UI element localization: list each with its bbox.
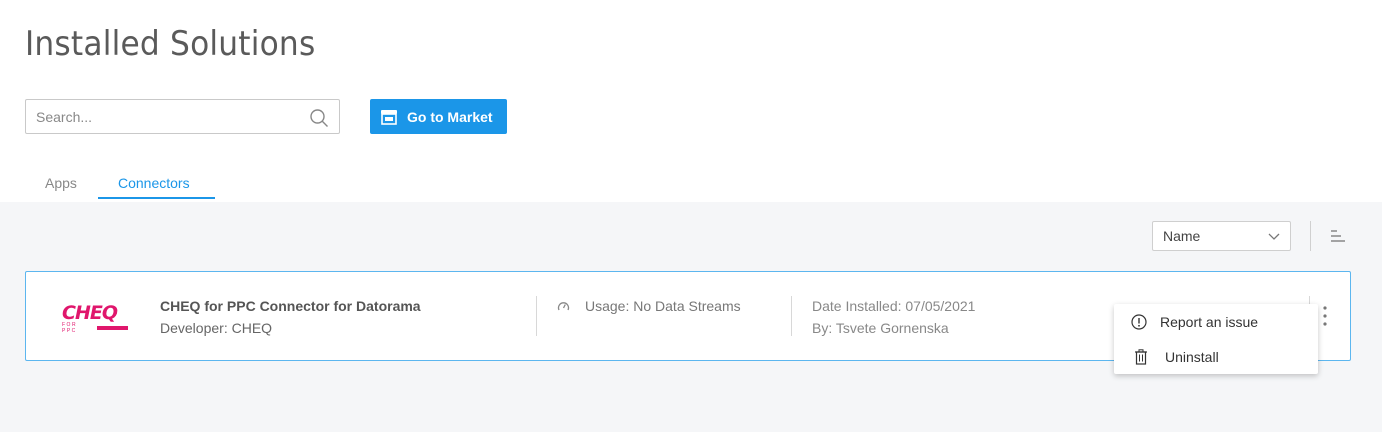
toolbar-divider (1310, 221, 1311, 251)
sort-order-icon[interactable] (1330, 229, 1346, 243)
cheq-logo: CHEQ FOR PPC (62, 302, 128, 334)
menu-item-label: Report an issue (1160, 313, 1259, 330)
card-divider (791, 296, 792, 336)
context-menu: Report an issue Uninstall (1114, 304, 1318, 374)
connector-developer: Developer: CHEQ (160, 320, 273, 336)
page-title: Installed Solutions (25, 24, 316, 64)
sort-select[interactable]: Name (1152, 221, 1291, 251)
gauge-icon (557, 302, 570, 311)
more-options-icon[interactable] (1322, 305, 1328, 327)
logo-subtext: FOR PPC (62, 322, 78, 334)
menu-item-label: Uninstall (1165, 348, 1219, 365)
connector-usage: Usage: No Data Streams (585, 298, 741, 314)
go-to-market-button[interactable]: Go to Market (370, 99, 507, 134)
installed-by: By: Tsvete Gornenska (812, 320, 949, 336)
trash-icon (1135, 348, 1147, 365)
active-tab-indicator (98, 197, 215, 199)
connector-name: CHEQ for PPC Connector for Datorama (160, 298, 421, 314)
date-installed: Date Installed: 07/05/2021 (812, 298, 976, 314)
header-area: Installed Solutions Go to Market Apps Co… (0, 0, 1382, 202)
sort-selected-value: Name (1163, 228, 1201, 244)
card-divider (536, 296, 537, 336)
logo-text: CHEQ (62, 302, 118, 324)
go-to-market-label: Go to Market (407, 108, 493, 125)
menu-item-uninstall[interactable]: Uninstall (1114, 339, 1318, 374)
tab-apps[interactable]: Apps (45, 175, 77, 191)
search-icon[interactable] (309, 108, 329, 128)
store-icon (381, 109, 397, 125)
search-input[interactable] (36, 100, 306, 133)
chevron-down-icon (1268, 233, 1280, 240)
tab-connectors[interactable]: Connectors (118, 175, 190, 191)
info-icon (1131, 313, 1147, 330)
search-box[interactable] (25, 99, 340, 134)
menu-item-report-issue[interactable]: Report an issue (1114, 304, 1318, 339)
